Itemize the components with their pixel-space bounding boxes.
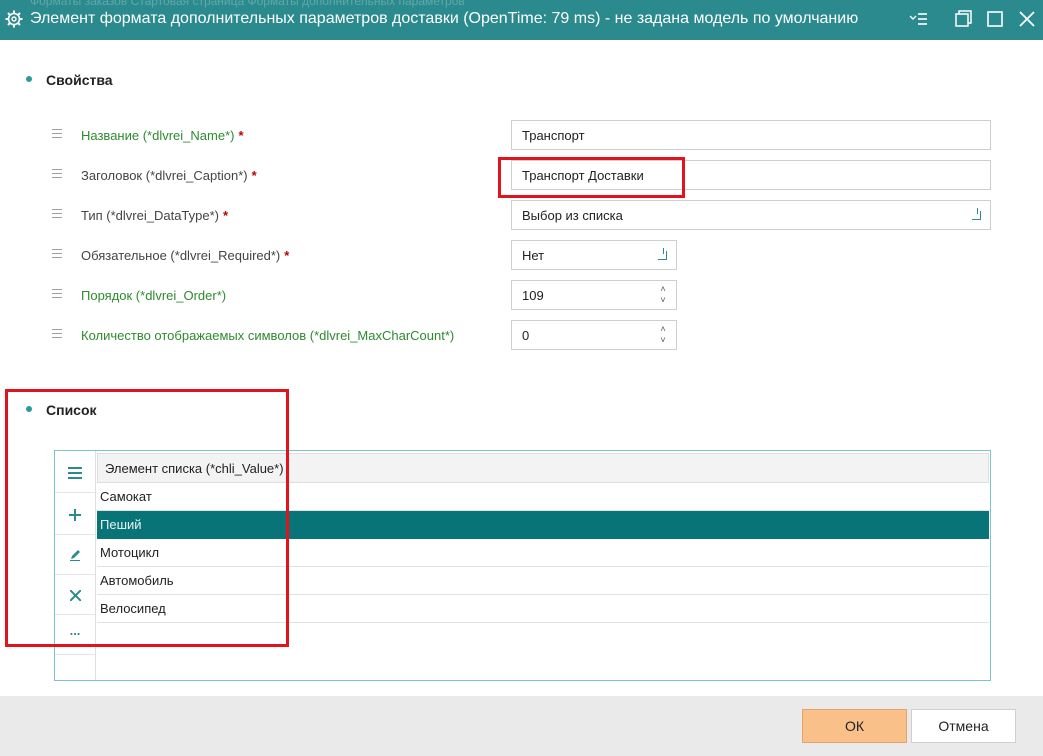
cancel-button[interactable]: Отмена [911,709,1016,743]
highlight-box-caption [498,157,685,198]
drag-handle-icon[interactable] [52,289,62,298]
property-label: Порядок (*dlvrei_Order*) [81,288,227,303]
datatype-value: Выбор из списка [522,208,623,223]
property-label: Обязательное (*dlvrei_Required*) * [81,248,290,263]
restore-icon[interactable] [952,8,974,30]
window-title: Элемент формата дополнительных параметро… [30,10,859,27]
maxcharcount-value: 0 [522,328,530,343]
order-stepper[interactable]: 109 ˄ ˅ [511,280,677,310]
window-menu-icon[interactable] [907,8,929,30]
drag-handle-icon[interactable] [52,209,62,218]
highlight-box-list [5,389,289,647]
stepper-arrows-icon[interactable]: ˄ ˅ [658,324,668,346]
drag-handle-icon[interactable] [52,129,62,138]
dropdown-icon[interactable] [972,208,981,220]
gear-icon[interactable] [5,10,23,28]
property-label: Количество отображаемых символов (*dlvre… [81,328,455,343]
stepper-arrows-icon[interactable]: ˄ ˅ [658,284,668,306]
dialog-footer: ОК Отмена [0,696,1043,756]
title-bar: Форматы заказов Стартовая страница Форма… [0,0,1043,40]
datatype-select[interactable]: Выбор из списка [511,200,991,230]
background-tabs: Форматы заказов Стартовая страница Форма… [30,0,465,8]
required-value: Нет [522,248,545,263]
dropdown-icon[interactable] [658,248,667,260]
order-value: 109 [522,288,544,303]
required-select[interactable]: Нет [511,240,677,270]
property-label: Тип (*dlvrei_DataType*) * [81,208,229,223]
maximize-icon[interactable] [984,8,1006,30]
properties-section-header: Свойства [26,72,113,88]
maxcharcount-stepper[interactable]: 0 ˄ ˅ [511,320,677,350]
name-input[interactable]: Транспорт [511,120,991,150]
drag-handle-icon[interactable] [52,169,62,178]
drag-handle-icon[interactable] [52,249,62,258]
bullet-icon [26,76,32,83]
property-label: Название (*dlvrei_Name*) * [81,128,244,143]
ok-button[interactable]: ОК [802,709,907,743]
close-icon[interactable] [1016,8,1038,30]
property-label: Заголовок (*dlvrei_Caption*) * [81,168,257,183]
drag-handle-icon[interactable] [52,329,62,338]
